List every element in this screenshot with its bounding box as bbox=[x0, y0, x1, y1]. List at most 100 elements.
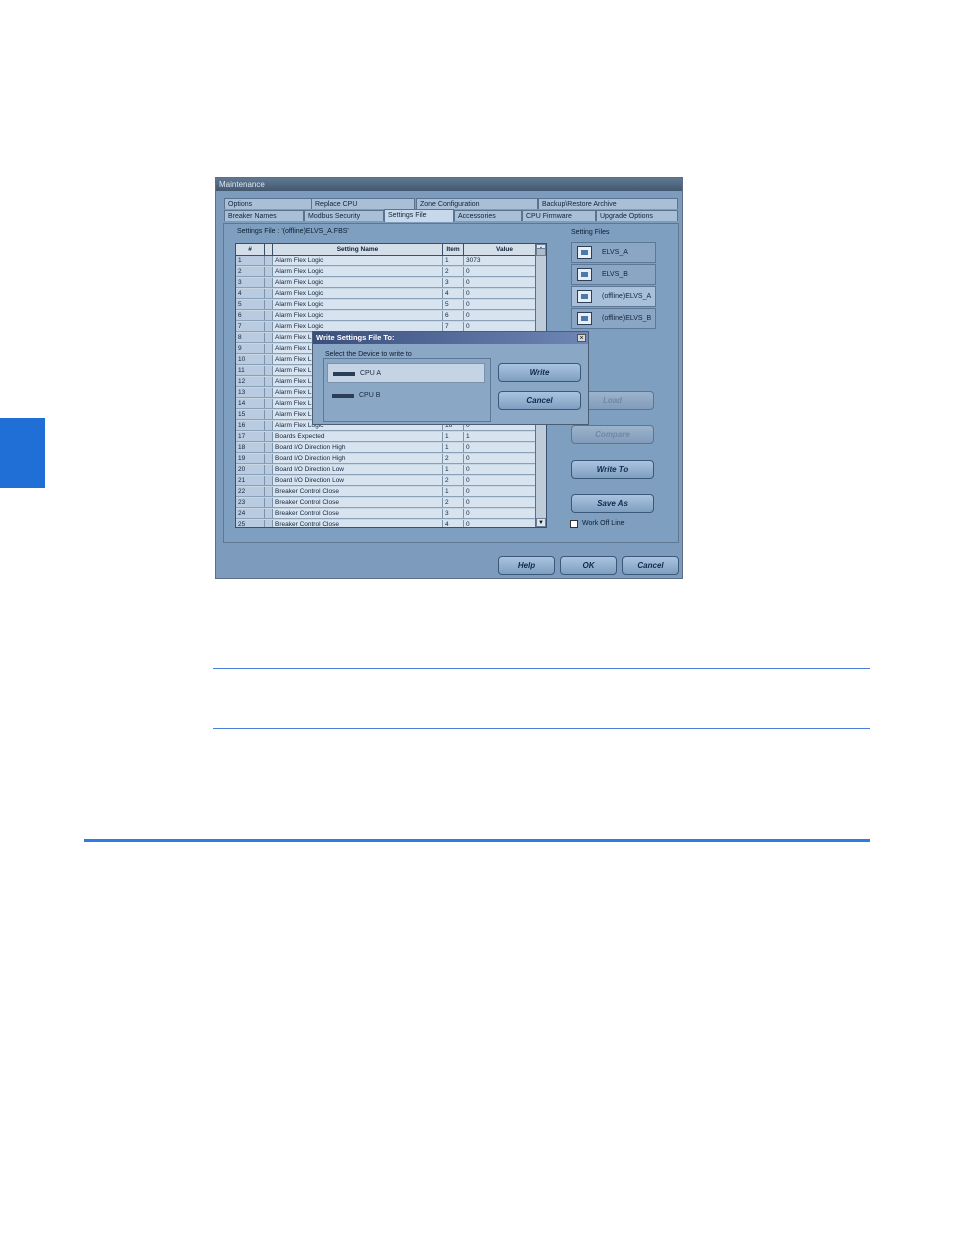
row-number: 7 bbox=[236, 322, 265, 332]
tab-zone-configuration[interactable]: Zone Configuration bbox=[416, 198, 538, 209]
row-number: 12 bbox=[236, 377, 265, 387]
table-row[interactable]: 1 Alarm Flex Logic 1 3073 bbox=[236, 256, 546, 267]
row-indicator bbox=[265, 300, 273, 310]
row-item: 3 bbox=[443, 278, 464, 288]
row-setting-name: Alarm Flex Logic bbox=[273, 311, 443, 321]
table-row[interactable]: 6 Alarm Flex Logic 6 0 bbox=[236, 311, 546, 322]
file-item-label: (offline)ELVS_A bbox=[602, 293, 652, 300]
device-cpu-a[interactable]: CPU A bbox=[327, 363, 485, 383]
table-row[interactable]: 20 Board I/O Direction Low 1 0 bbox=[236, 465, 546, 476]
window-title: Maintenance bbox=[216, 178, 682, 191]
row-indicator bbox=[265, 421, 273, 431]
row-number: 4 bbox=[236, 289, 265, 299]
section-rule bbox=[84, 839, 870, 842]
tab-backup-restore[interactable]: Backup\Restore Archive bbox=[538, 198, 678, 209]
row-value: 0 bbox=[464, 498, 546, 508]
tab-settings-file[interactable]: Settings File bbox=[384, 209, 454, 222]
row-value: 0 bbox=[464, 443, 546, 453]
settings-file-label: Settings File : '(offline)ELVS_A.FBS' bbox=[237, 228, 349, 235]
row-number: 11 bbox=[236, 366, 265, 376]
row-setting-name: Board I/O Direction High bbox=[273, 443, 443, 453]
tab-breaker-names[interactable]: Breaker Names bbox=[224, 210, 304, 221]
ok-button[interactable]: OK bbox=[560, 556, 617, 575]
row-value: 0 bbox=[464, 278, 546, 288]
table-row[interactable]: 17 Boards Expected 1 1 bbox=[236, 432, 546, 443]
folder-icon bbox=[577, 290, 592, 303]
row-value: 0 bbox=[464, 311, 546, 321]
row-number: 15 bbox=[236, 410, 265, 420]
work-offline-checkbox[interactable] bbox=[570, 520, 578, 528]
table-row[interactable]: 22 Breaker Control Close 1 0 bbox=[236, 487, 546, 498]
chapter-tab bbox=[0, 418, 45, 488]
row-number: 24 bbox=[236, 509, 265, 519]
tab-replace-cpu[interactable]: Replace CPU bbox=[311, 198, 415, 209]
file-item-offline-elvs-b[interactable]: (offline)ELVS_B bbox=[571, 308, 656, 329]
compare-button[interactable]: Compare bbox=[571, 425, 654, 444]
cpu-icon bbox=[332, 394, 354, 398]
table-row[interactable]: 5 Alarm Flex Logic 5 0 bbox=[236, 300, 546, 311]
row-value: 1 bbox=[464, 432, 546, 442]
row-indicator bbox=[265, 487, 273, 497]
row-indicator bbox=[265, 399, 273, 409]
table-header: # Setting Name Item Value bbox=[236, 244, 546, 256]
row-number: 6 bbox=[236, 311, 265, 321]
write-button[interactable]: Write bbox=[498, 363, 581, 382]
device-label: CPU B bbox=[359, 392, 381, 399]
row-indicator bbox=[265, 498, 273, 508]
table-row[interactable]: 23 Breaker Control Close 2 0 bbox=[236, 498, 546, 509]
file-item-elvs-b[interactable]: ELVS_B bbox=[571, 264, 656, 285]
scroll-thumb[interactable] bbox=[536, 248, 546, 256]
file-item-label: ELVS_A bbox=[602, 249, 628, 256]
tab-accessories[interactable]: Accessories bbox=[454, 210, 522, 221]
table-row[interactable]: 2 Alarm Flex Logic 2 0 bbox=[236, 267, 546, 278]
row-indicator bbox=[265, 454, 273, 464]
scroll-down-icon[interactable]: ▼ bbox=[536, 518, 546, 527]
row-number: 2 bbox=[236, 267, 265, 277]
row-item: 3 bbox=[443, 509, 464, 519]
file-item-label: ELVS_B bbox=[602, 271, 628, 278]
tab-upgrade-options[interactable]: Upgrade Options bbox=[596, 210, 678, 221]
row-item: 1 bbox=[443, 465, 464, 475]
device-cpu-b[interactable]: CPU B bbox=[327, 386, 485, 406]
row-indicator bbox=[265, 476, 273, 486]
cancel-button[interactable]: Cancel bbox=[622, 556, 679, 575]
row-number: 8 bbox=[236, 333, 265, 343]
row-number: 18 bbox=[236, 443, 265, 453]
device-group: CPU A CPU B bbox=[323, 358, 491, 422]
row-value: 0 bbox=[464, 289, 546, 299]
file-item-label: (offline)ELVS_B bbox=[602, 315, 652, 322]
dialog-cancel-button[interactable]: Cancel bbox=[498, 391, 581, 410]
row-setting-name: Boards Expected bbox=[273, 432, 443, 442]
row-item: 1 bbox=[443, 432, 464, 442]
row-item: 4 bbox=[443, 289, 464, 299]
tab-options[interactable]: Options bbox=[224, 198, 312, 209]
tab-modbus-security[interactable]: Modbus Security bbox=[304, 210, 384, 221]
file-item-elvs-a[interactable]: ELVS_A bbox=[571, 242, 656, 263]
table-row[interactable]: 21 Board I/O Direction Low 2 0 bbox=[236, 476, 546, 487]
table-row[interactable]: 3 Alarm Flex Logic 3 0 bbox=[236, 278, 546, 289]
row-item: 1 bbox=[443, 443, 464, 453]
close-icon[interactable]: × bbox=[577, 334, 586, 342]
help-button[interactable]: Help bbox=[498, 556, 555, 575]
file-item-offline-elvs-a[interactable]: (offline)ELVS_A bbox=[571, 286, 656, 307]
row-number: 25 bbox=[236, 520, 265, 527]
row-item: 2 bbox=[443, 476, 464, 486]
row-indicator bbox=[265, 509, 273, 519]
save-as-button[interactable]: Save As bbox=[571, 494, 654, 513]
write-to-button[interactable]: Write To bbox=[571, 460, 654, 479]
row-number: 21 bbox=[236, 476, 265, 486]
row-indicator bbox=[265, 388, 273, 398]
table-row[interactable]: 19 Board I/O Direction High 2 0 bbox=[236, 454, 546, 465]
table-row[interactable]: 4 Alarm Flex Logic 4 0 bbox=[236, 289, 546, 300]
table-row[interactable]: 18 Board I/O Direction High 1 0 bbox=[236, 443, 546, 454]
row-number: 17 bbox=[236, 432, 265, 442]
row-value: 0 bbox=[464, 487, 546, 497]
row-number: 23 bbox=[236, 498, 265, 508]
row-indicator bbox=[265, 366, 273, 376]
write-settings-dialog: Write Settings File To: × Select the Dev… bbox=[312, 331, 589, 425]
row-item: 2 bbox=[443, 267, 464, 277]
table-row[interactable]: 24 Breaker Control Close 3 0 bbox=[236, 509, 546, 520]
tab-cpu-firmware[interactable]: CPU Firmware bbox=[522, 210, 596, 221]
table-row[interactable]: 25 Breaker Control Close 4 0 bbox=[236, 520, 546, 527]
row-item: 4 bbox=[443, 520, 464, 527]
